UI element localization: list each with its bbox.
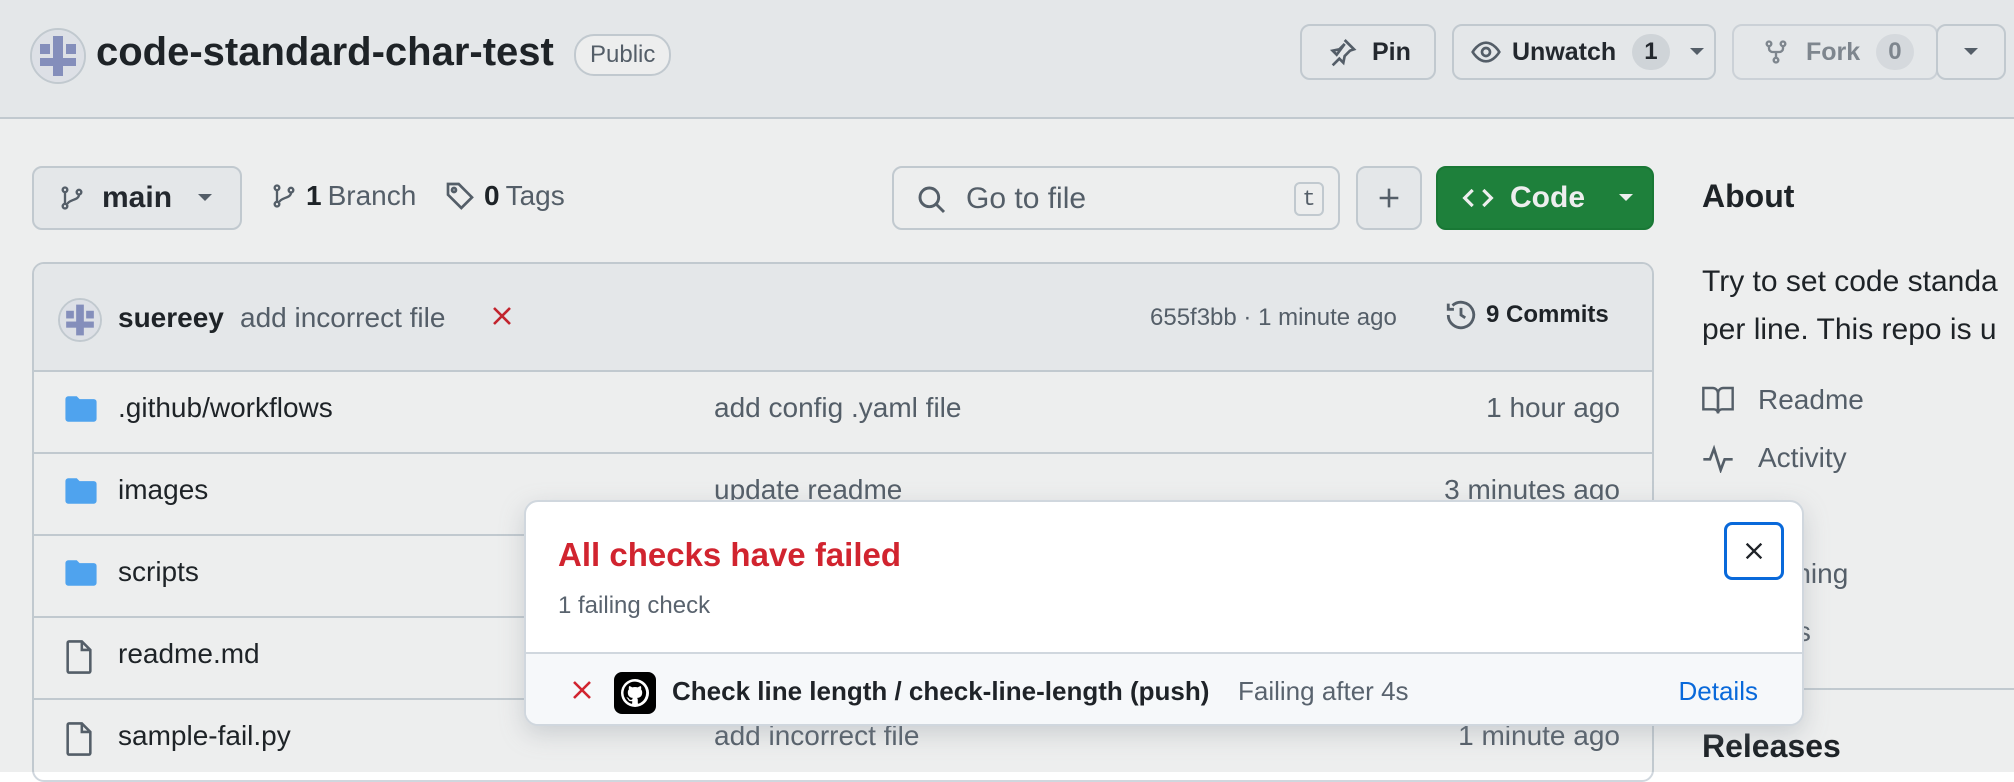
close-icon <box>1743 540 1765 562</box>
checks-popover: All checks have failed 1 failing check C… <box>524 500 1804 726</box>
close-button[interactable] <box>1724 522 1784 580</box>
popover-title: All checks have failed <box>558 536 902 573</box>
failed-x-icon <box>570 678 594 702</box>
check-status: Failing after 4s <box>1238 676 1409 706</box>
details-link[interactable]: Details <box>1679 676 1758 707</box>
check-run-row[interactable]: Check line length / check-line-length (p… <box>526 652 1802 724</box>
popover-subtitle: 1 failing check <box>558 592 711 619</box>
github-logo-icon <box>614 672 656 714</box>
check-name: Check line length / check-line-length (p… <box>672 676 1210 706</box>
